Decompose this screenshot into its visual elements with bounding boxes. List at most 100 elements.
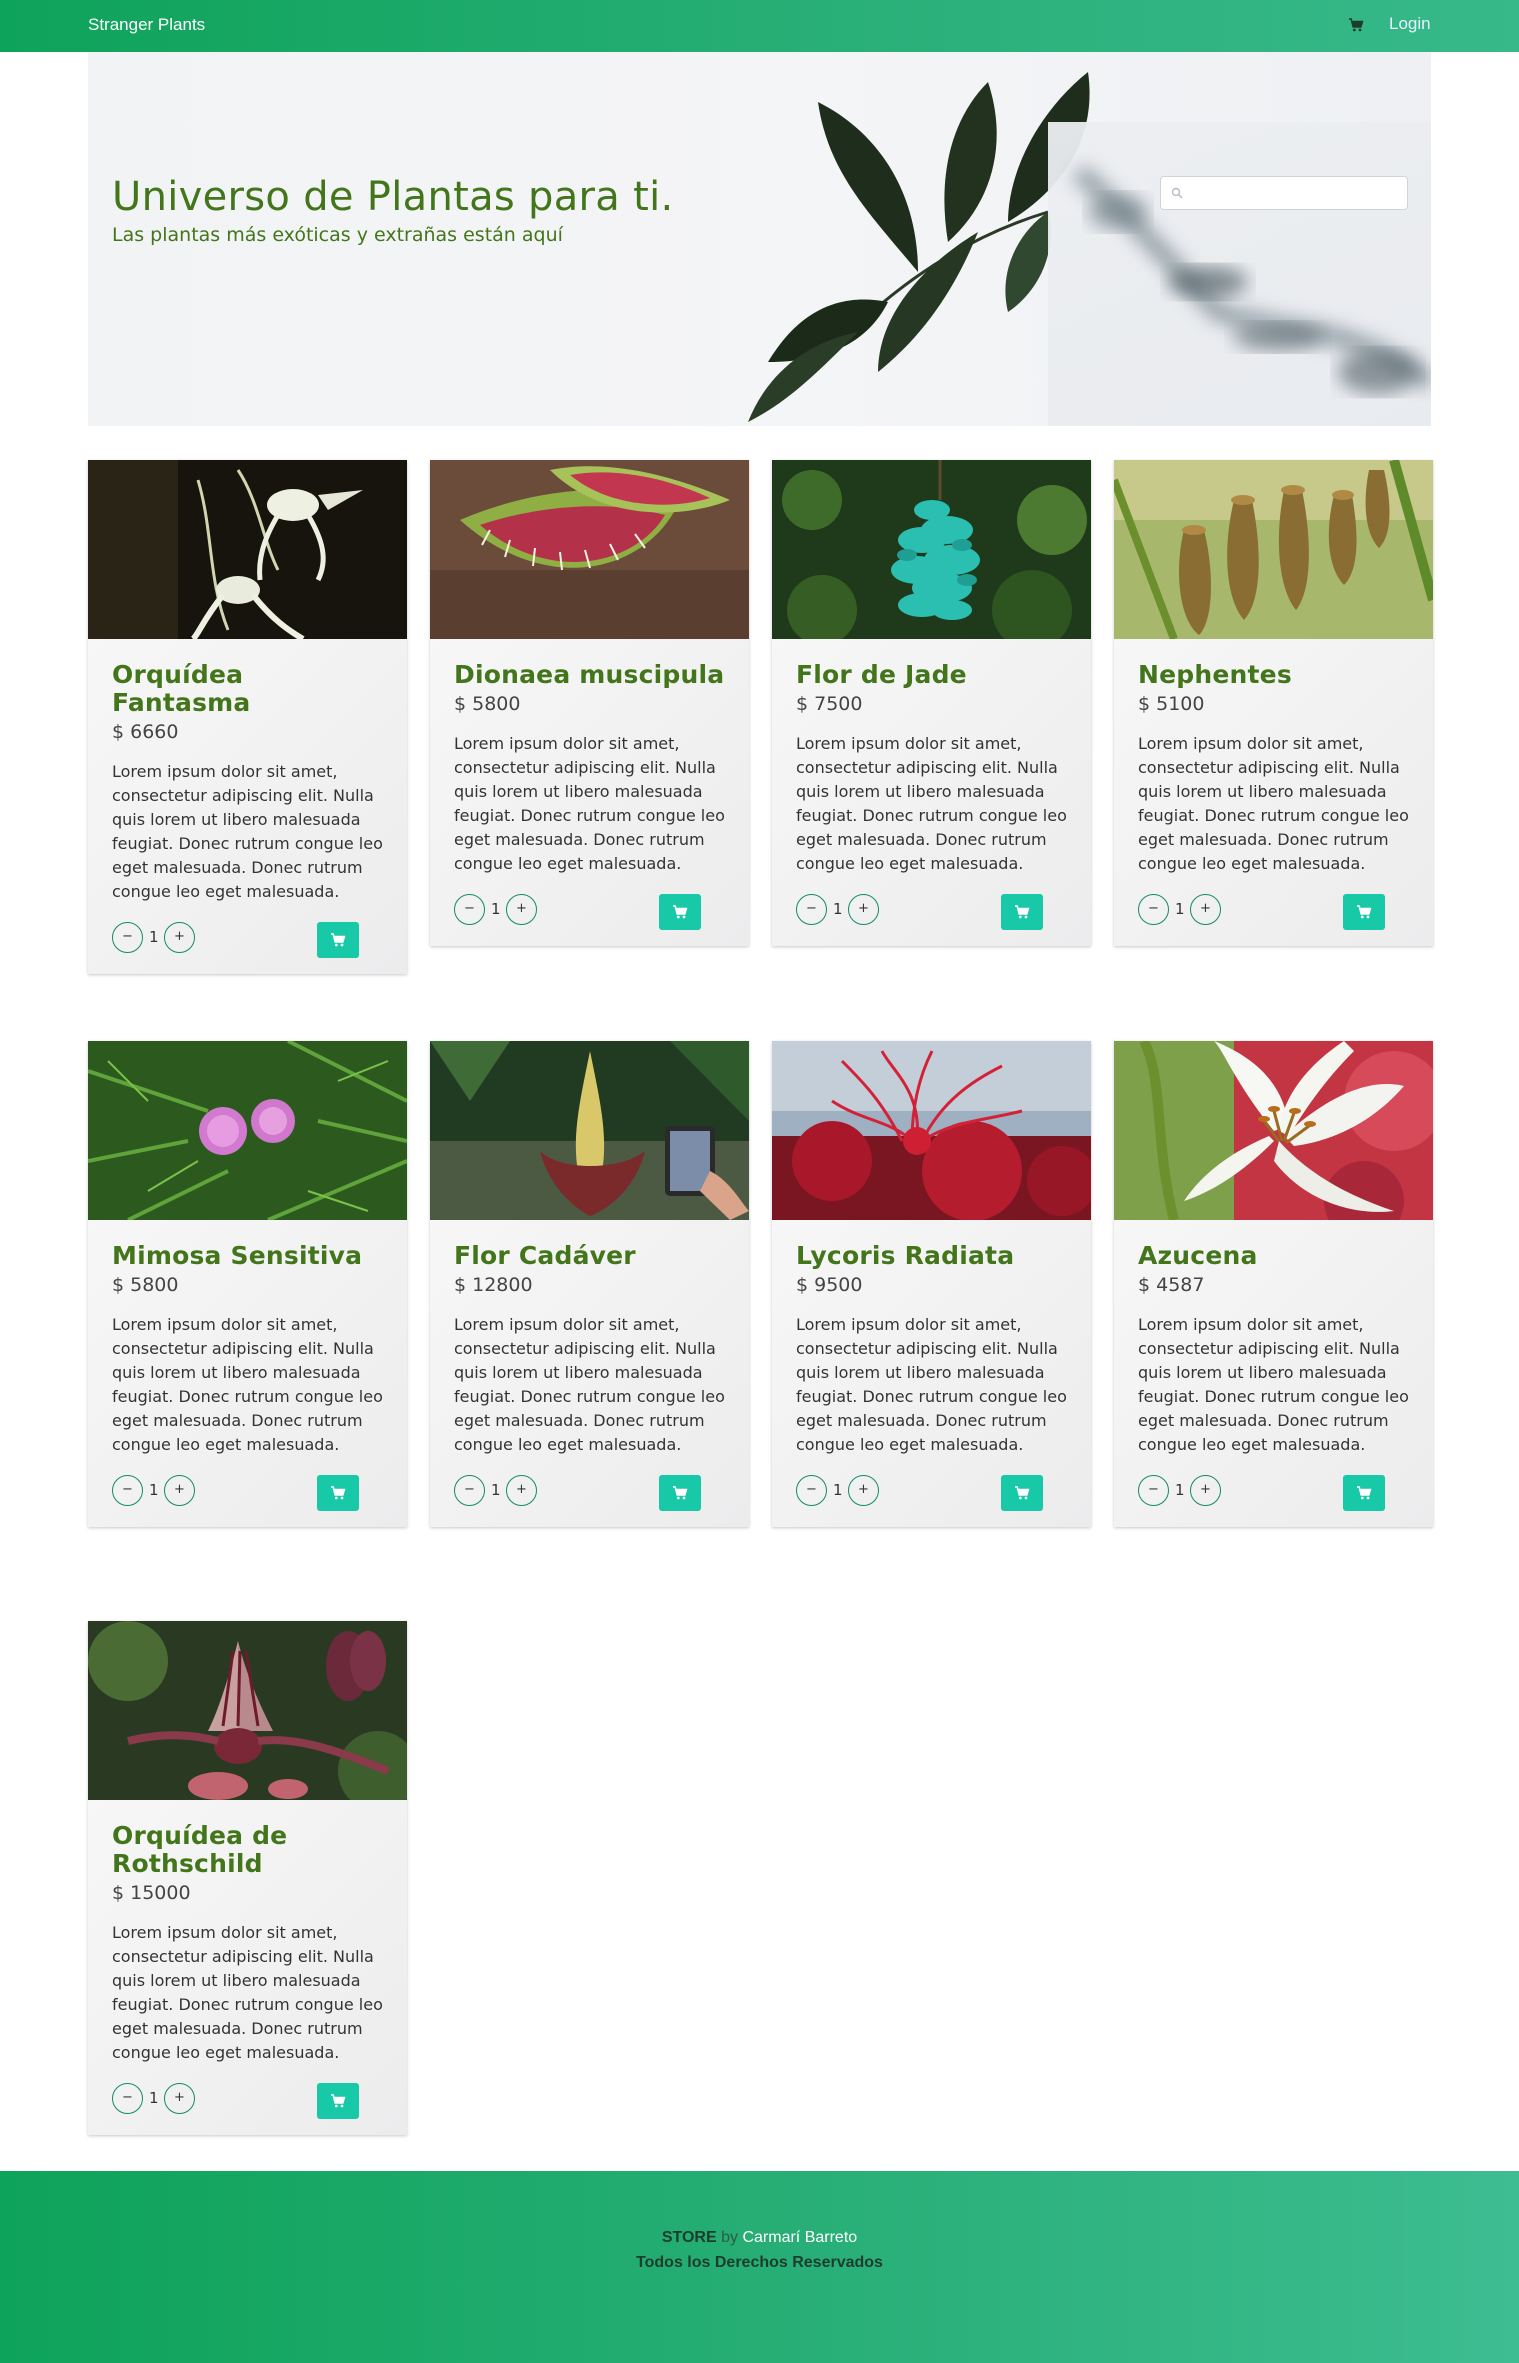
search-input[interactable] <box>1160 176 1408 210</box>
product-price: $ 7500 <box>796 693 863 715</box>
footer-by: by <box>721 2229 739 2246</box>
add-to-cart-button[interactable] <box>1343 1475 1385 1511</box>
product-price: $ 4587 <box>1138 1274 1205 1296</box>
footer-author-link[interactable]: Carmarí Barreto <box>742 2229 857 2246</box>
qty-value: 1 <box>833 900 843 918</box>
cart-icon <box>1357 905 1372 919</box>
product-image-pitcher-plant <box>1114 460 1433 639</box>
cart-icon <box>673 1486 688 1500</box>
cart-icon <box>1357 1486 1372 1500</box>
cart-icon <box>1015 1486 1030 1500</box>
product-card: Flor de Jade $ 7500 Lorem ipsum dolor si… <box>772 460 1091 946</box>
qty-value: 1 <box>833 1481 843 1499</box>
increase-qty-button[interactable]: + <box>1190 894 1221 925</box>
qty-value: 1 <box>149 1481 159 1499</box>
product-description: Lorem ipsum dolor sit amet, consectetur … <box>796 1315 1067 1454</box>
card-actions: − 1 + <box>796 882 1067 946</box>
product-description: Lorem ipsum dolor sit amet, consectetur … <box>1138 734 1409 873</box>
product-title: Flor de Jade <box>796 660 967 689</box>
increase-qty-button[interactable]: + <box>164 1475 195 1506</box>
hero-subtitle: Las plantas más exóticas y extrañas está… <box>112 224 563 246</box>
decrease-qty-button[interactable]: − <box>454 894 485 925</box>
footer-rights: Todos los Derechos Reservados <box>636 2254 883 2271</box>
qty-value: 1 <box>149 928 159 946</box>
cart-icon[interactable] <box>1348 17 1364 33</box>
product-description: Lorem ipsum dolor sit amet, consectetur … <box>454 1315 725 1454</box>
decrease-qty-button[interactable]: − <box>454 1475 485 1506</box>
card-actions: − 1 + <box>454 882 725 946</box>
decrease-qty-button[interactable]: − <box>796 894 827 925</box>
cart-icon <box>331 1486 346 1500</box>
qty-value: 1 <box>1175 1481 1185 1499</box>
product-title: Lycoris Radiata <box>796 1241 1015 1270</box>
product-price: $ 5100 <box>1138 693 1205 715</box>
product-card: Flor Cadáver $ 12800 Lorem ipsum dolor s… <box>430 1041 749 1527</box>
card-actions: − 1 + <box>454 1463 725 1527</box>
product-title: Flor Cadáver <box>454 1241 636 1270</box>
decrease-qty-button[interactable]: − <box>112 922 143 953</box>
product-card: Orquídea Fantasma $ 6660 Lorem ipsum dol… <box>88 460 407 974</box>
card-actions: − 1 + <box>796 1463 1067 1527</box>
add-to-cart-button[interactable] <box>659 1475 701 1511</box>
decrease-qty-button[interactable]: − <box>1138 1475 1169 1506</box>
footer-credit: STORE by Carmarí Barreto <box>0 2229 1519 2247</box>
decrease-qty-button[interactable]: − <box>796 1475 827 1506</box>
add-to-cart-button[interactable] <box>317 922 359 958</box>
increase-qty-button[interactable]: + <box>848 1475 879 1506</box>
decrease-qty-button[interactable]: − <box>112 1475 143 1506</box>
product-title: Orquídea de Rothschild <box>112 1821 288 1878</box>
product-description: Lorem ipsum dolor sit amet, consectetur … <box>112 1923 383 2062</box>
increase-qty-button[interactable]: + <box>848 894 879 925</box>
product-image-white-lily <box>1114 1041 1433 1220</box>
product-card: Azucena $ 4587 Lorem ipsum dolor sit ame… <box>1114 1041 1433 1527</box>
leaf-shadow-image <box>1072 164 1431 394</box>
card-actions: − 1 + <box>112 1463 383 1527</box>
product-card: Orquídea de Rothschild $ 15000 Lorem ips… <box>88 1621 407 2135</box>
product-description: Lorem ipsum dolor sit amet, consectetur … <box>112 762 383 901</box>
product-image-mimosa <box>88 1041 407 1220</box>
increase-qty-button[interactable]: + <box>506 1475 537 1506</box>
product-image-corpse-flower <box>430 1041 749 1220</box>
add-to-cart-button[interactable] <box>1001 1475 1043 1511</box>
card-actions: − 1 + <box>1138 1463 1409 1527</box>
product-price: $ 5800 <box>454 693 521 715</box>
add-to-cart-button[interactable] <box>1001 894 1043 930</box>
product-price: $ 12800 <box>454 1274 533 1296</box>
product-card: Lycoris Radiata $ 9500 Lorem ipsum dolor… <box>772 1041 1091 1527</box>
brand-link[interactable]: Stranger Plants <box>88 15 205 35</box>
search-icon <box>1171 187 1183 199</box>
add-to-cart-button[interactable] <box>317 1475 359 1511</box>
cart-icon <box>331 933 346 947</box>
add-to-cart-button[interactable] <box>659 894 701 930</box>
login-link[interactable]: Login <box>1389 14 1431 34</box>
add-to-cart-button[interactable] <box>317 2083 359 2119</box>
card-actions: − 1 + <box>112 2071 383 2135</box>
product-price: $ 5800 <box>112 1274 179 1296</box>
increase-qty-button[interactable]: + <box>164 2083 195 2114</box>
card-actions: − 1 + <box>1138 882 1409 946</box>
hero-banner: Universo de Plantas para ti. Las plantas… <box>88 52 1431 426</box>
increase-qty-button[interactable]: + <box>164 922 195 953</box>
product-description: Lorem ipsum dolor sit amet, consectetur … <box>112 1315 383 1454</box>
decrease-qty-button[interactable]: − <box>1138 894 1169 925</box>
decrease-qty-button[interactable]: − <box>112 2083 143 2114</box>
page-footer: STORE by Carmarí Barreto Todos los Derec… <box>0 2171 1519 2363</box>
qty-value: 1 <box>491 900 501 918</box>
hero-title: Universo de Plantas para ti. <box>112 174 674 220</box>
add-to-cart-button[interactable] <box>1343 894 1385 930</box>
product-title: Dionaea muscipula <box>454 660 725 689</box>
cart-icon <box>331 2094 346 2108</box>
product-price: $ 9500 <box>796 1274 863 1296</box>
product-card: Mimosa Sensitiva $ 5800 Lorem ipsum dolo… <box>88 1041 407 1527</box>
footer-store: STORE <box>661 2229 717 2246</box>
product-card: Dionaea muscipula $ 5800 Lorem ipsum dol… <box>430 460 749 946</box>
product-image-red-spider-lily <box>772 1041 1091 1220</box>
product-image-venus-flytrap <box>430 460 749 639</box>
cart-icon <box>1015 905 1030 919</box>
increase-qty-button[interactable]: + <box>506 894 537 925</box>
top-navbar: Stranger Plants Login <box>0 0 1519 52</box>
qty-value: 1 <box>149 2089 159 2107</box>
product-price: $ 15000 <box>112 1882 191 1904</box>
product-title: Nephentes <box>1138 660 1292 689</box>
increase-qty-button[interactable]: + <box>1190 1475 1221 1506</box>
